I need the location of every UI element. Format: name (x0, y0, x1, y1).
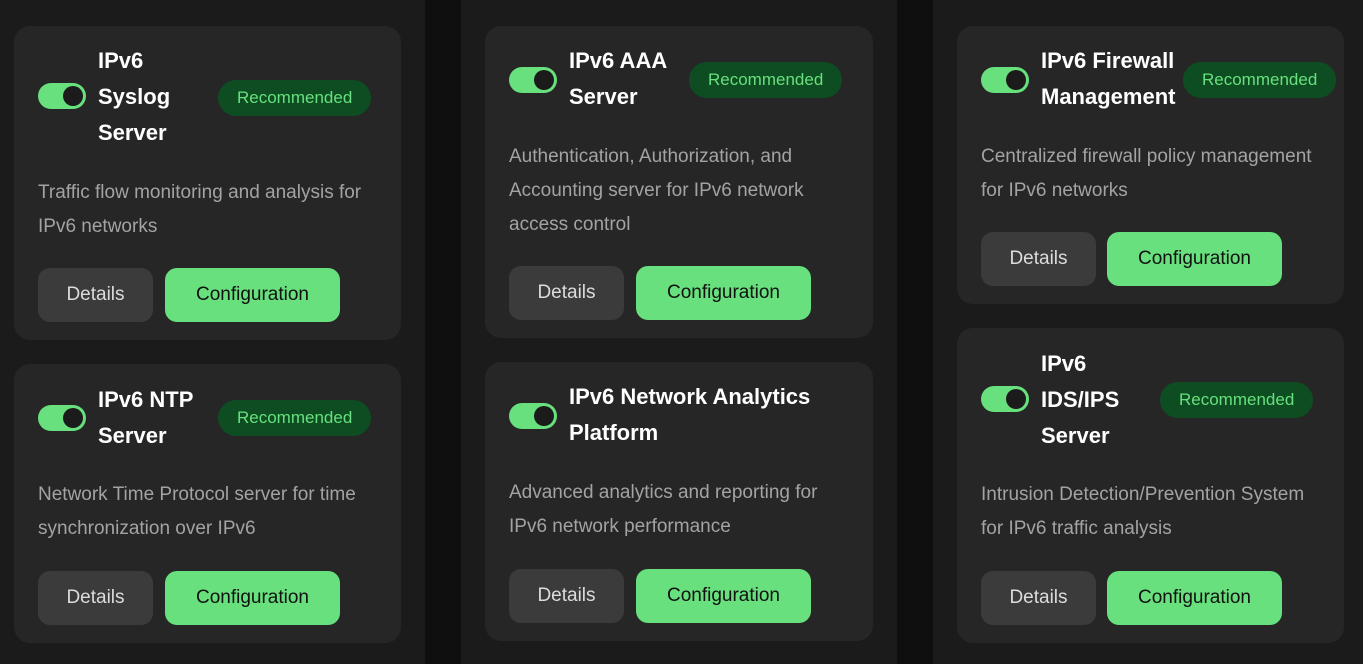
enable-toggle[interactable] (981, 67, 1029, 93)
recommended-badge: Recommended (1160, 382, 1314, 418)
details-button[interactable]: Details (509, 266, 624, 320)
card-description: Traffic flow monitoring and analysis for… (38, 182, 362, 237)
service-card-ntp: IPv6 NTP Server Recommended Network Time… (14, 364, 401, 643)
enable-toggle[interactable] (38, 405, 86, 431)
card-title: IPv6 Syslog Server (98, 48, 171, 145)
recommended-badge: Recommended (218, 80, 372, 116)
service-card-firewall: IPv6 Firewall Management Recommended Cen… (957, 26, 1344, 304)
recommended-badge: Recommended (1183, 62, 1337, 98)
recommended-badge: Recommended (218, 400, 372, 436)
service-card-syslog: IPv6 Syslog Server Recommended Traffic f… (14, 26, 401, 340)
toggle-knob (1006, 70, 1026, 90)
service-card-ids-ips: IPv6 IDS/IPS Server Recommended Intrusio… (957, 328, 1344, 643)
service-card-aaa: IPv6 AAA Server Recommended Authenticati… (485, 26, 873, 338)
toggle-knob (534, 70, 554, 90)
toggle-knob (534, 406, 554, 426)
details-button[interactable]: Details (981, 232, 1096, 286)
configuration-button[interactable]: Configuration (636, 266, 811, 320)
enable-toggle[interactable] (38, 83, 86, 109)
configuration-button[interactable]: Configuration (1107, 232, 1282, 286)
card-description: Advanced analytics and reporting for IPv… (509, 482, 818, 537)
card-title: IPv6 IDS/IPS Server (1041, 351, 1120, 448)
toggle-knob (63, 408, 83, 428)
enable-toggle[interactable] (981, 386, 1029, 412)
enable-toggle[interactable] (509, 67, 557, 93)
configuration-button[interactable]: Configuration (165, 571, 340, 625)
enable-toggle[interactable] (509, 403, 557, 429)
card-description: Intrusion Detection/Prevention System fo… (981, 484, 1305, 539)
card-title: IPv6 Firewall Management (1041, 48, 1176, 109)
configuration-button[interactable]: Configuration (1107, 571, 1282, 625)
card-title: IPv6 AAA Server (569, 48, 667, 109)
card-description: Authentication, Authorization, and Accou… (509, 146, 804, 235)
details-button[interactable]: Details (38, 571, 153, 625)
details-button[interactable]: Details (509, 569, 624, 623)
details-button[interactable]: Details (981, 571, 1096, 625)
toggle-knob (63, 86, 83, 106)
service-card-analytics: IPv6 Network Analytics Platform Advanced… (485, 362, 873, 641)
card-title: IPv6 Network Analytics Platform (569, 384, 811, 445)
recommended-badge: Recommended (689, 62, 843, 98)
configuration-button[interactable]: Configuration (636, 569, 811, 623)
configuration-button[interactable]: Configuration (165, 268, 340, 322)
details-button[interactable]: Details (38, 268, 153, 322)
toggle-knob (1006, 389, 1026, 409)
card-description: Network Time Protocol server for time sy… (38, 484, 356, 539)
card-description: Centralized firewall policy management f… (981, 146, 1312, 201)
card-title: IPv6 NTP Server (98, 387, 193, 448)
